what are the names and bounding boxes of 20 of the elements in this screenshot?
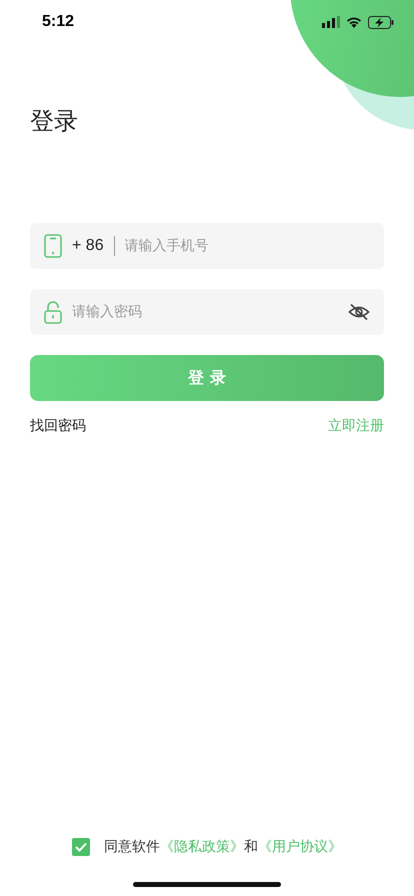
policy-link[interactable]: 《用户协议》: [258, 839, 342, 855]
page-title: 登录: [30, 106, 79, 137]
policy-link[interactable]: 《隐私政策》: [160, 839, 244, 855]
eye-slash-icon[interactable]: [348, 303, 370, 321]
country-code[interactable]: + 86: [72, 237, 104, 255]
register-link[interactable]: 立即注册: [328, 417, 384, 435]
battery-charging-icon: [368, 16, 394, 28]
login-button[interactable]: 登 录: [30, 355, 384, 401]
signal-icon: [322, 16, 340, 28]
status-time: 5:12: [42, 13, 74, 31]
phone-field[interactable]: + 86 请输入手机号: [30, 223, 384, 269]
wifi-icon: [346, 16, 362, 28]
agreement-checkbox[interactable]: [72, 838, 90, 856]
phone-input[interactable]: 请输入手机号: [124, 238, 370, 254]
forgot-password-link[interactable]: 找回密码: [30, 417, 86, 435]
lock-icon: [44, 300, 62, 324]
agreement-text: 同意软件《隐私政策》和《用户协议》: [104, 838, 342, 856]
password-field[interactable]: 请输入密码: [30, 289, 384, 335]
password-input[interactable]: 请输入密码: [72, 304, 338, 320]
phone-icon: [44, 234, 62, 258]
